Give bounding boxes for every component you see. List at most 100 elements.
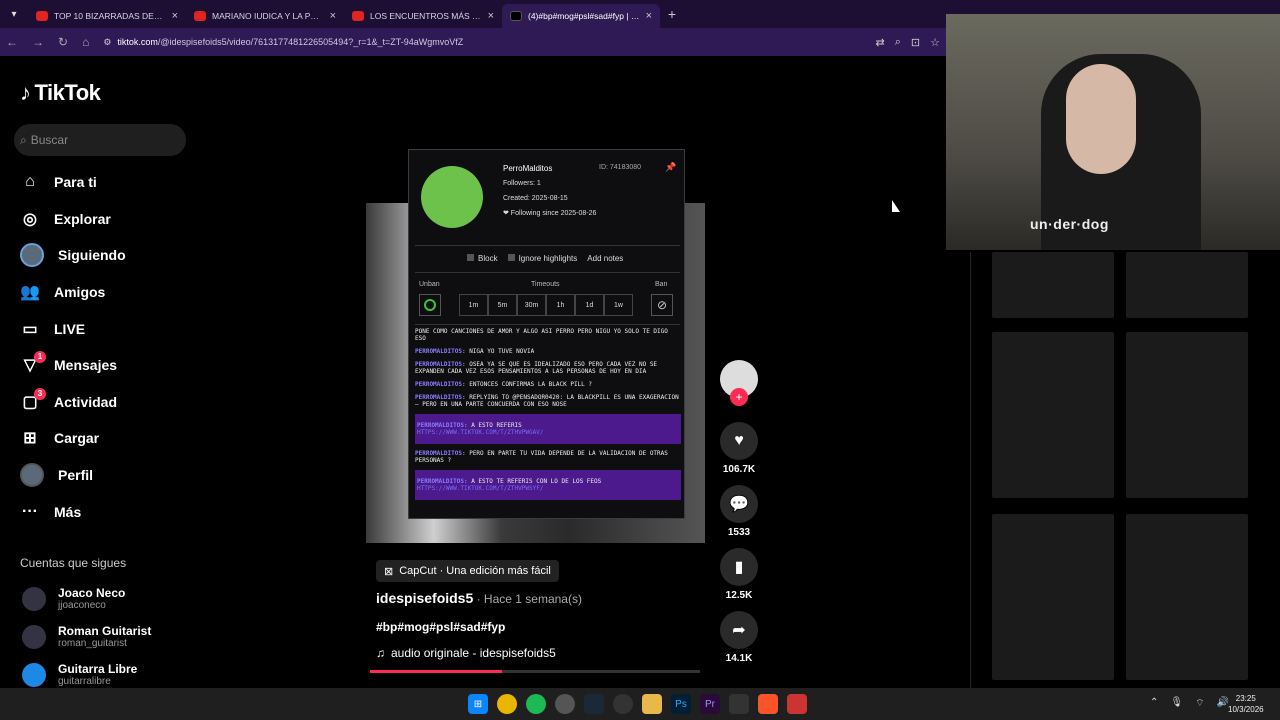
nav-label: Perfil	[58, 467, 94, 484]
unban-icon	[424, 299, 436, 311]
reload-icon[interactable]: ↻	[58, 35, 68, 49]
timeout-1m-button[interactable]: 1m	[459, 294, 488, 316]
obs-icon[interactable]	[613, 694, 633, 714]
creator-avatar[interactable]: +	[720, 360, 758, 406]
wifi-icon[interactable]: ⌔	[1195, 697, 1204, 710]
timeout-30m-button[interactable]: 30m	[517, 294, 546, 316]
chat-line: PERROMALDITOS: entonces confirmas la bla…	[415, 381, 681, 388]
video-hashtags[interactable]: #bp#mog#psl#sad#fyp	[376, 620, 505, 634]
chat-user: PERROMALDITOS:	[415, 450, 466, 457]
ignore-checkbox[interactable]: Ignore highlights	[507, 254, 577, 263]
chrome-icon[interactable]	[497, 694, 517, 714]
url-field[interactable]: ⚙ tiktok.com/@idespisefoids5/video/76131…	[103, 37, 861, 48]
video-author[interactable]: idespisefoids5	[376, 590, 473, 606]
chat-user: PERROMALDITOS:	[417, 478, 468, 485]
voicemeeter-icon[interactable]	[787, 694, 807, 714]
nav-live[interactable]: ▭ LIVE	[20, 310, 126, 347]
comment-button[interactable]: 💬	[720, 485, 758, 523]
browser-icon[interactable]	[729, 694, 749, 714]
chat-history[interactable]: pone como canciones de amor y algo asi p…	[415, 328, 681, 510]
translate-icon[interactable]: ⇄	[876, 36, 885, 49]
taskbar-clock[interactable]: 23:25 10/3/2026	[1228, 693, 1264, 715]
close-icon[interactable]: ×	[172, 10, 178, 22]
followed-account[interactable]: Joaco Neco jjoaconeco	[22, 586, 125, 611]
chat-link[interactable]: https://www.tiktok.com/t/zthvpwsyf/	[417, 485, 543, 492]
nav-perfil[interactable]: Perfil	[20, 457, 126, 494]
share-button[interactable]: ➦	[720, 611, 758, 649]
timeout-1d-button[interactable]: 1d	[575, 294, 604, 316]
nav-label: Siguiendo	[58, 247, 126, 264]
new-tab-button[interactable]: +	[660, 6, 684, 22]
nav-para-ti[interactable]: ⌂ Para ti	[20, 164, 126, 201]
block-checkbox[interactable]: Block	[467, 254, 498, 263]
install-icon[interactable]: ⊡	[911, 36, 920, 49]
video-thumbnail[interactable]	[992, 252, 1114, 318]
tiktok-logo[interactable]: ♪ TikTok	[20, 80, 101, 106]
nav-mensajes[interactable]: ▽ 1 Mensajes	[20, 347, 126, 384]
timeouts-label: Timeouts	[531, 281, 560, 288]
tab-title: LOS ENCUENTROS MÁS EXTRA	[370, 11, 482, 21]
nav-siguiendo[interactable]: Siguiendo	[20, 237, 126, 274]
browser-tab-1[interactable]: TOP 10 BIZARRADAS DEL XOKAS ×	[28, 4, 186, 28]
bookmark-star-icon[interactable]: ☆	[930, 36, 940, 49]
browser-tab-4[interactable]: (4)#bp#mog#psl#sad#fyp | life ×	[502, 4, 660, 28]
save-button[interactable]: ▮	[720, 548, 758, 586]
browser-tab-3[interactable]: LOS ENCUENTROS MÁS EXTRA ×	[344, 4, 502, 28]
back-icon[interactable]: ←	[6, 35, 18, 49]
timeout-5m-button[interactable]: 5m	[488, 294, 517, 316]
ban-label: Ban	[655, 281, 668, 288]
video-thumbnail[interactable]	[1126, 252, 1248, 318]
nav-amigos[interactable]: 👥 Amigos	[20, 274, 126, 311]
close-icon[interactable]: ×	[488, 10, 494, 22]
avatar	[22, 624, 46, 649]
followed-account[interactable]: Guitarra Libre guitarralibre	[22, 662, 137, 687]
site-info-icon[interactable]: ⚙	[103, 37, 111, 48]
file-explorer-icon[interactable]	[642, 694, 662, 714]
modal-created: Created: 2025-08-15	[503, 195, 568, 202]
followed-account[interactable]: Roman Guitarist roman_guitarist	[22, 624, 151, 649]
nav-mas[interactable]: ··· Más	[20, 493, 126, 530]
chat-text: a esto referis	[471, 422, 522, 429]
unban-button[interactable]	[419, 294, 441, 316]
forward-icon[interactable]: →	[32, 35, 44, 49]
timeout-1w-button[interactable]: 1w	[604, 294, 633, 316]
spotify-icon[interactable]	[526, 694, 546, 714]
capcut-tag[interactable]: ⊠ CapCut · Una edición más fácil	[376, 560, 559, 582]
home-icon[interactable]: ⌂	[82, 35, 89, 49]
pin-icon[interactable]: 📌	[665, 162, 676, 173]
timeout-1h-button[interactable]: 1h	[546, 294, 575, 316]
video-thumbnail[interactable]	[992, 332, 1114, 498]
microphone-icon[interactable]: 🎙	[1170, 697, 1183, 710]
nav-explorar[interactable]: ◎ Explorar	[20, 201, 126, 238]
chevron-up-icon[interactable]: ⌃	[1150, 697, 1158, 710]
ban-button[interactable]: ⊘	[651, 294, 673, 316]
nav-actividad[interactable]: ▢ 3 Actividad	[20, 384, 126, 421]
search-input[interactable]: ⌕ Buscar	[14, 124, 186, 156]
nav-cargar[interactable]: ⊞ Cargar	[20, 420, 126, 457]
video-thumbnail[interactable]	[992, 514, 1114, 680]
timeout-buttons: 1m 5m 30m 1h 1d 1w	[459, 294, 633, 316]
divider	[415, 245, 680, 246]
discord-icon[interactable]	[555, 694, 575, 714]
add-notes-button[interactable]: Add notes	[587, 254, 623, 263]
video-audio[interactable]: ♫ audio originale - idespisefoids5	[376, 646, 556, 660]
video-thumbnail[interactable]	[1126, 514, 1248, 680]
youtube-icon	[36, 11, 48, 21]
brave-icon[interactable]	[758, 694, 778, 714]
steam-icon[interactable]	[584, 694, 604, 714]
video-progress[interactable]	[370, 670, 700, 673]
windows-start-icon[interactable]: ⊞	[468, 694, 488, 714]
zoom-icon[interactable]: ⌕	[895, 36, 901, 49]
follow-plus-icon[interactable]: +	[730, 388, 748, 406]
photoshop-icon[interactable]: Ps	[671, 694, 691, 714]
like-button[interactable]: ♥	[720, 422, 758, 460]
browser-tab-2[interactable]: MARIANO IUDICA Y LA PEOR E ×	[186, 4, 344, 28]
chat-link[interactable]: https://www.tiktok.com/t/zthvpwgav/	[417, 429, 543, 436]
video-thumbnail[interactable]	[1126, 332, 1248, 498]
close-icon[interactable]: ×	[646, 10, 652, 22]
capcut-label: CapCut · Una edición más fácil	[399, 565, 551, 577]
premiere-icon[interactable]: Pr	[700, 694, 720, 714]
tab-list-button[interactable]: ▾	[0, 0, 28, 28]
close-icon[interactable]: ×	[330, 10, 336, 22]
chat-user: PERROMALDITOS:	[415, 381, 466, 388]
